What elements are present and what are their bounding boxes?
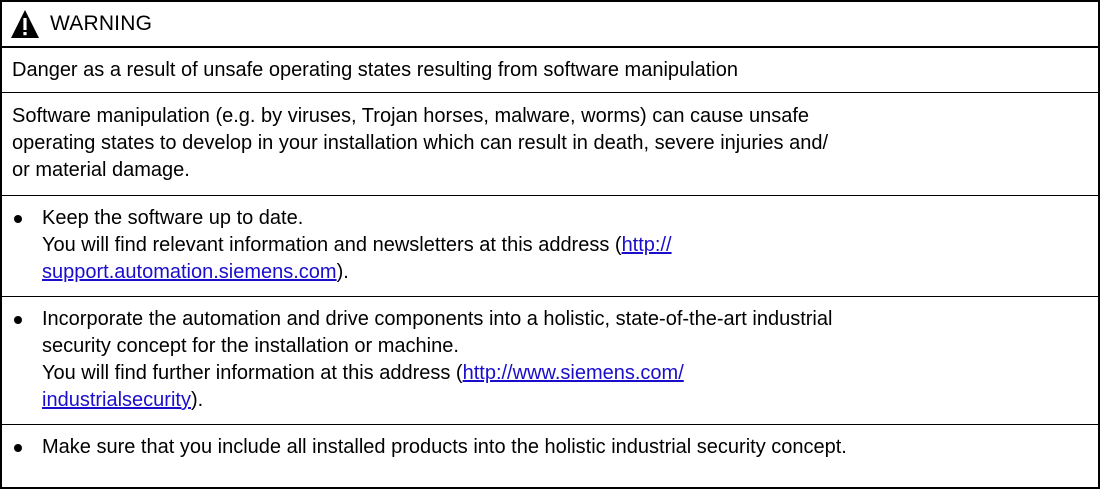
danger-headline: Danger as a result of unsafe operating s… [12,59,738,81]
warning-body: Danger as a result of unsafe operating s… [0,46,1100,489]
bullet-3-line-1: Make sure that you include all installed… [42,436,847,458]
description-line-1: Software manipulation (e.g. by viruses, … [12,105,810,127]
description-paragraph: Software manipulation (e.g. by viruses, … [12,93,1088,195]
bullet-1-line-1: Keep the software up to date. [42,207,304,229]
warning-triangle-icon [11,10,39,38]
bullet-2-line-1: Incorporate the automation and drive com… [42,308,833,330]
bullet-icon [12,434,42,461]
list-item: Keep the software up to date. You will f… [12,196,1088,296]
bullet-1-line-2: You will find relevant information and n… [42,234,622,256]
bullet-2-line-4-suffix: ). [190,389,204,411]
warning-header: WARNING [0,0,1100,46]
warning-title: WARNING [50,12,153,35]
description-line-3: or material damage. [12,159,190,181]
bullet-2-line-3: You will find further information at thi… [42,362,463,384]
bullet-2-line-2: security concept for the installation or… [42,335,459,357]
bullet-1-line-3-suffix: ). [336,261,349,283]
description-line-2: operating states to develop in your inst… [12,132,829,154]
support-link-part-2[interactable]: support.automation.siemens.com [42,261,337,283]
bullet-icon [12,306,42,414]
list-item: Incorporate the automation and drive com… [12,297,1088,424]
industrialsecurity-link-part-1[interactable]: http://www.siemens.com/ [463,362,684,384]
warning-notice: WARNING Danger as a result of unsafe ope… [0,0,1100,489]
industrialsecurity-link-part-2[interactable]: industrialsecurity [42,389,191,411]
bullet-icon [12,205,42,286]
support-link-part-1[interactable]: http:// [622,234,672,256]
list-item: Make sure that you include all installed… [12,425,1088,471]
